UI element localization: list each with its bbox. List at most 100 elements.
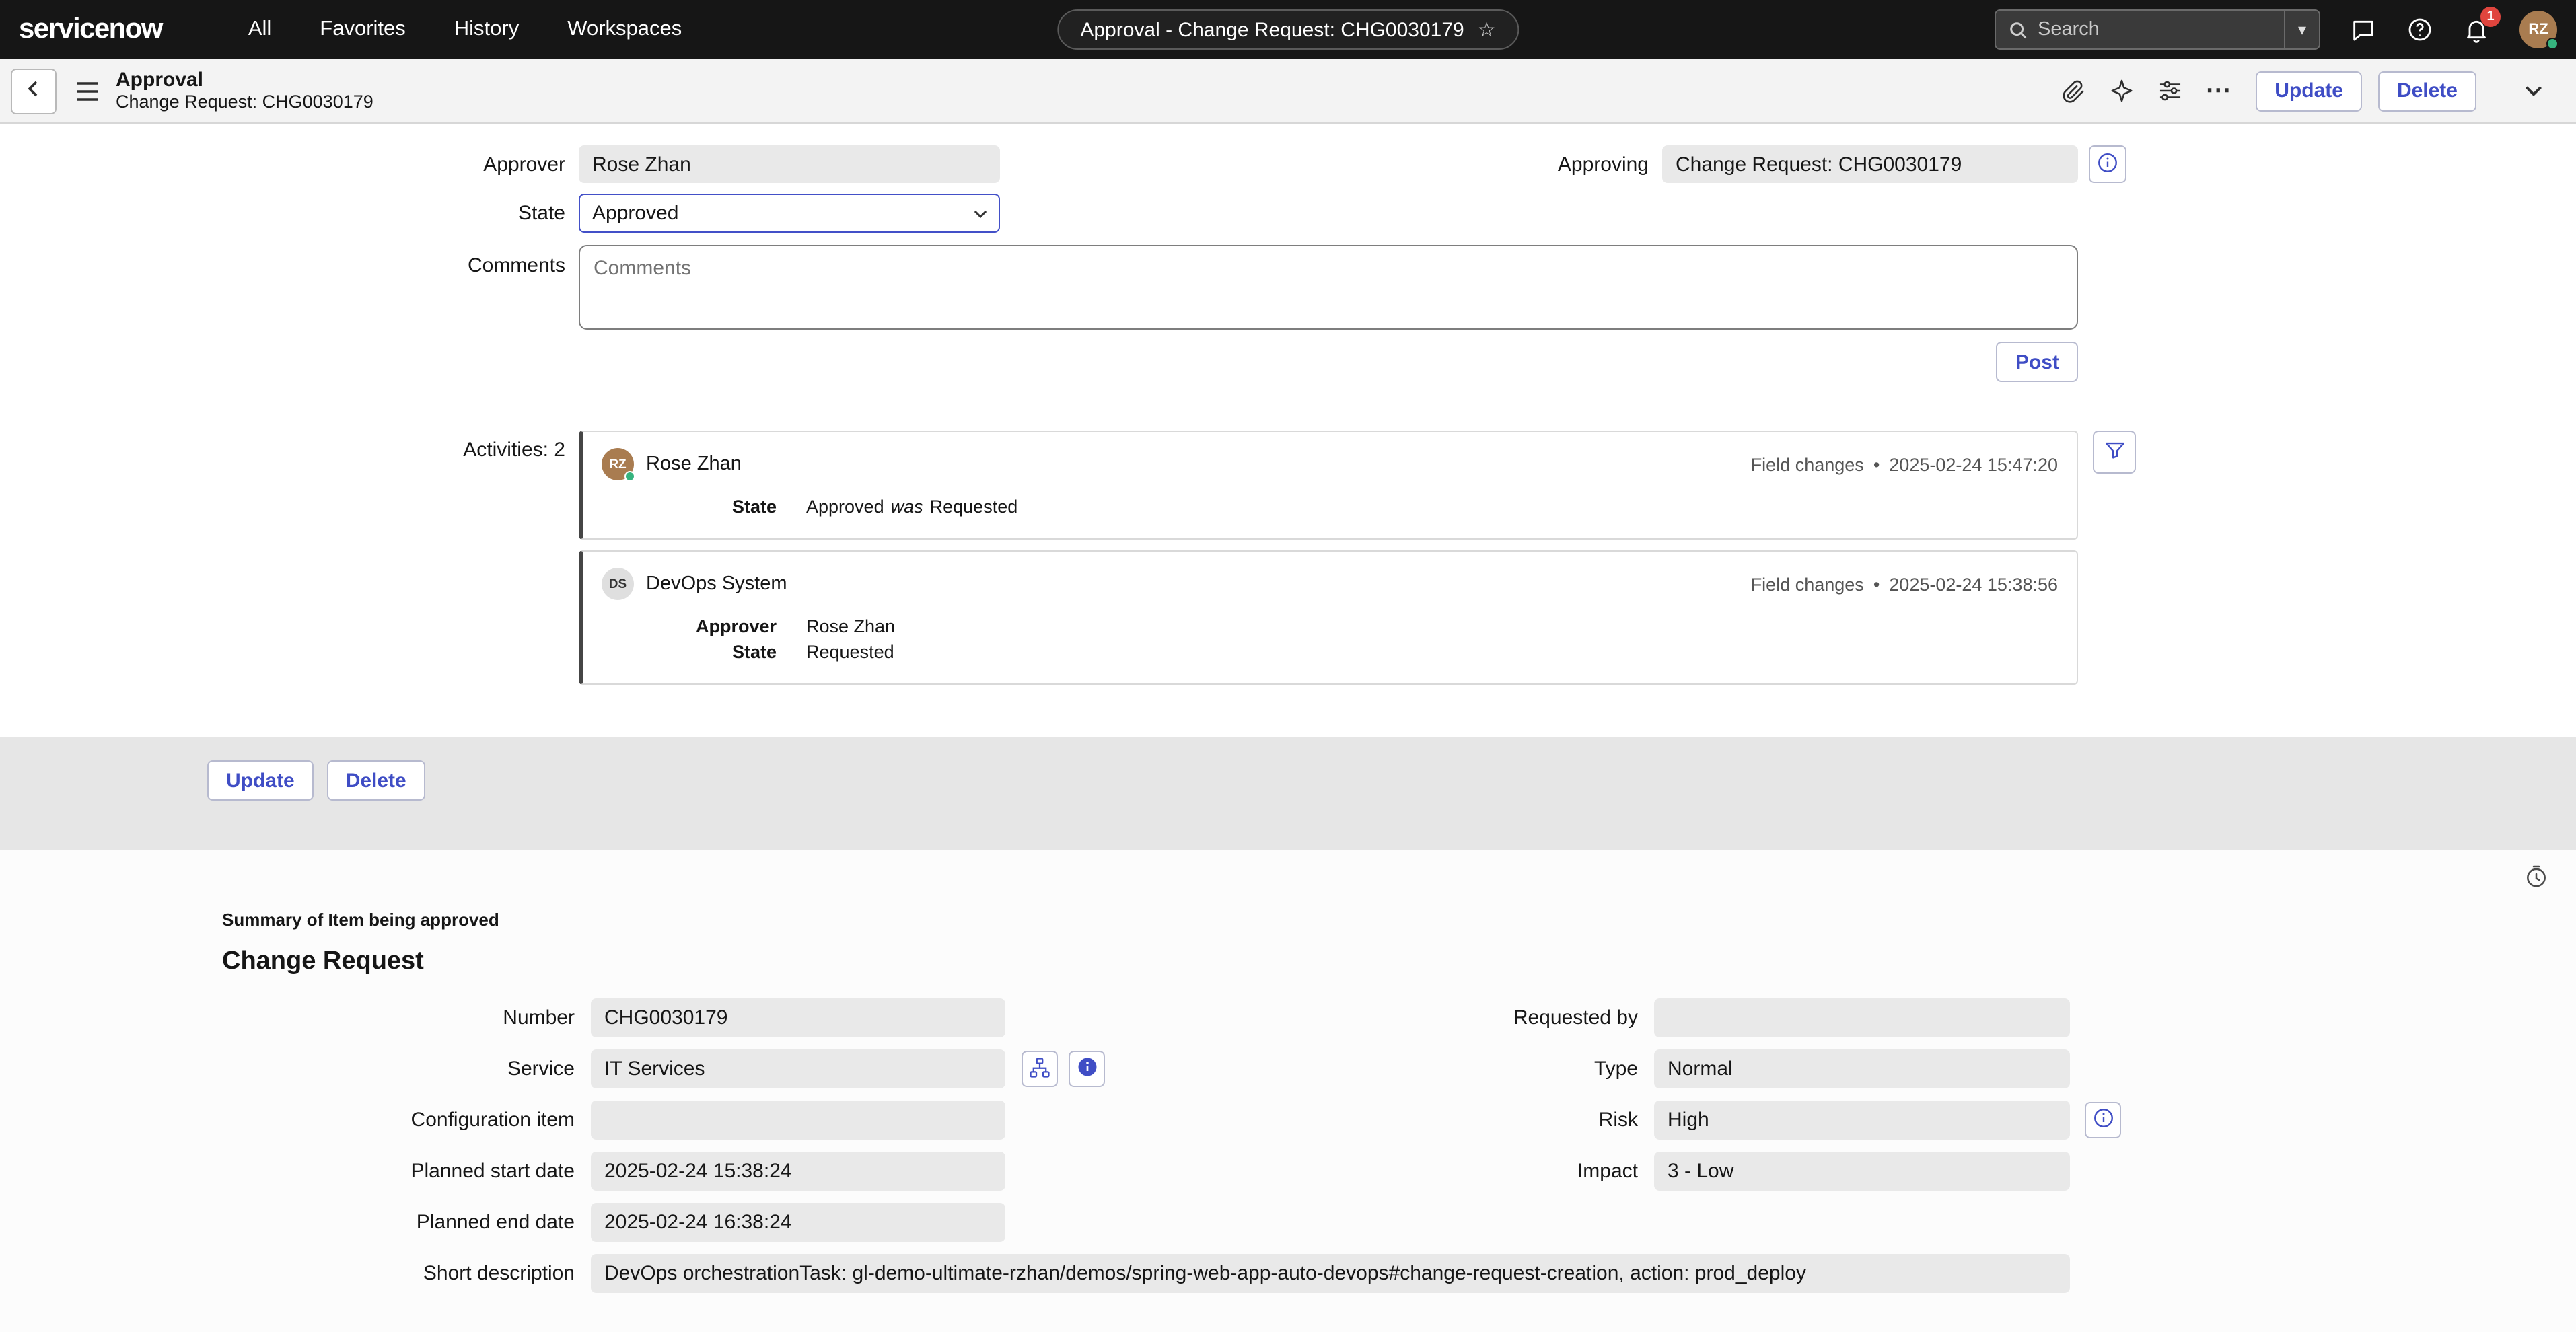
- activity-timestamp: 2025-02-24 15:38:56: [1889, 574, 2058, 594]
- context-menu-icon[interactable]: [75, 81, 100, 100]
- risk-info-button[interactable]: [2085, 1102, 2121, 1138]
- update-button[interactable]: Update: [2256, 71, 2362, 111]
- activity-author: Rose Zhan: [646, 453, 742, 475]
- form-timer-clock-icon[interactable]: [2524, 864, 2549, 889]
- post-button[interactable]: Post: [1997, 342, 2078, 382]
- info-circle-icon: [2096, 150, 2120, 178]
- activity-entry: DS DevOps System Field changes • 2025-02…: [579, 550, 2078, 685]
- nav-history[interactable]: History: [454, 17, 519, 42]
- avatar-initials: RZ: [2528, 22, 2548, 38]
- comments-label: Comments: [0, 245, 565, 277]
- context-pill-label: Approval - Change Request: CHG0030179: [1080, 18, 1464, 41]
- approving-preview-button[interactable]: [2089, 145, 2126, 183]
- planned-end-date-field: 2025-02-24 16:38:24: [591, 1203, 1005, 1242]
- approved-item-summary: Summary of Item being approved Change Re…: [0, 850, 2576, 1332]
- help-icon[interactable]: [2406, 16, 2433, 43]
- record-subtitle: Change Request: CHG0030179: [116, 91, 373, 113]
- configuration-item-label: Configuration item: [0, 1109, 575, 1132]
- activity-meta: Field changes • 2025-02-24 15:47:20: [1751, 454, 2058, 474]
- activity-timestamp: 2025-02-24 15:47:20: [1889, 454, 2058, 474]
- personalize-form-sliders-icon[interactable]: [2148, 71, 2191, 111]
- context-pill[interactable]: Approval - Change Request: CHG0030179 ☆: [1057, 9, 1518, 50]
- more-options-button[interactable]: ⋯: [2196, 71, 2240, 111]
- search-scope-caret-icon[interactable]: ▾: [2284, 11, 2319, 48]
- activity-entry: RZ Rose Zhan Field changes • 2025-02-24 …: [579, 431, 2078, 540]
- configuration-item-field: [591, 1101, 1005, 1140]
- chat-icon[interactable]: [2350, 16, 2377, 43]
- comments-textarea[interactable]: [579, 245, 2078, 330]
- delete-button-bottom[interactable]: Delete: [327, 760, 425, 801]
- search-input[interactable]: [2038, 19, 2284, 40]
- servicenow-logo[interactable]: servicenow: [19, 13, 162, 46]
- toolbar-actions: ⋯ Update Delete: [2051, 71, 2554, 111]
- changed-field-value: ApprovedwasRequested: [806, 494, 1017, 519]
- planned-start-date-field: 2025-02-24 15:38:24: [591, 1152, 1005, 1191]
- record-title: Approval: [116, 69, 373, 92]
- type-label: Type: [1423, 1058, 1638, 1080]
- service-label: Service: [0, 1058, 575, 1080]
- approving-field: Change Request: CHG0030179: [1662, 145, 2078, 183]
- nav-all[interactable]: All: [248, 17, 271, 42]
- service-field: IT Services: [591, 1049, 1005, 1088]
- filter-funnel-icon: [2103, 439, 2126, 466]
- requested-by-label: Requested by: [1423, 1006, 1638, 1029]
- presence-indicator: [2546, 38, 2559, 50]
- risk-label: Risk: [1423, 1109, 1638, 1132]
- record-toolbar: Approval Change Request: CHG0030179 ⋯ Up…: [0, 59, 2576, 124]
- risk-field: High: [1654, 1101, 2070, 1140]
- summary-title: Change Request: [222, 947, 2576, 977]
- info-circle-filled-icon: [1075, 1055, 1099, 1083]
- info-circle-icon: [2091, 1106, 2115, 1134]
- service-preview-button[interactable]: [1069, 1051, 1105, 1087]
- top-header: servicenow All Favorites History Workspa…: [0, 0, 2576, 59]
- activity-filter-button[interactable]: [2093, 431, 2136, 474]
- state-select[interactable]: Approved: [579, 194, 1000, 233]
- changed-field-value: Requested: [806, 639, 894, 665]
- activity-stream: RZ Rose Zhan Field changes • 2025-02-24 …: [579, 431, 2078, 696]
- presence-indicator: [624, 471, 635, 482]
- planned-end-date-label: Planned end date: [0, 1211, 575, 1234]
- activity-author: DevOps System: [646, 573, 787, 595]
- changed-field-name: State: [602, 639, 777, 665]
- dependency-map-icon: [1028, 1056, 1051, 1082]
- short-description-field: DevOps orchestrationTask: gl-demo-ultima…: [591, 1254, 2070, 1293]
- search-icon: [2008, 20, 2028, 40]
- requested-by-field: [1654, 998, 2070, 1037]
- record-title-block: Approval Change Request: CHG0030179: [116, 69, 373, 114]
- user-avatar[interactable]: RZ: [2519, 11, 2557, 48]
- approval-form: Approver Rose Zhan Approving Change Requ…: [0, 124, 2576, 737]
- approving-label: Approving: [1450, 153, 1649, 176]
- ai-spark-icon[interactable]: [2100, 71, 2143, 111]
- activity-avatar: RZ: [602, 448, 634, 480]
- header-actions: ▾ 1 RZ: [1995, 9, 2557, 50]
- update-button-bottom[interactable]: Update: [207, 760, 314, 801]
- favorite-star-icon[interactable]: ☆: [1478, 17, 1496, 42]
- impact-field: 3 - Low: [1654, 1152, 2070, 1191]
- changed-field-name: Approver: [602, 614, 777, 639]
- attachment-paperclip-icon[interactable]: [2051, 71, 2094, 111]
- search-box: ▾: [1995, 9, 2320, 50]
- planned-start-date-label: Planned start date: [0, 1160, 575, 1183]
- nav-workspaces[interactable]: Workspaces: [567, 17, 682, 42]
- global-nav: All Favorites History Workspaces: [248, 17, 682, 42]
- form-footer-actions: Update Delete: [0, 737, 2576, 850]
- approver-field: Rose Zhan: [579, 145, 1000, 183]
- type-field: Normal: [1654, 1049, 2070, 1088]
- number-label: Number: [0, 1006, 575, 1029]
- changed-field-value: Rose Zhan: [806, 614, 895, 639]
- notifications-bell-icon[interactable]: 1: [2463, 16, 2490, 43]
- activity-meta: Field changes • 2025-02-24 15:38:56: [1751, 574, 2058, 594]
- notification-badge: 1: [2480, 7, 2501, 27]
- activities-count-label: Activities: 2: [0, 431, 565, 461]
- chevron-left-icon: [23, 78, 44, 104]
- back-button[interactable]: [11, 68, 57, 114]
- scroll-down-icon[interactable]: [2511, 71, 2554, 111]
- impact-label: Impact: [1423, 1160, 1638, 1183]
- delete-button[interactable]: Delete: [2378, 71, 2476, 111]
- service-dependency-view-button[interactable]: [1022, 1051, 1058, 1087]
- summary-grid: Number CHG0030179 Requested by Service I…: [0, 998, 2576, 1293]
- summary-caption: Summary of Item being approved: [222, 910, 2576, 930]
- number-field: CHG0030179: [591, 998, 1005, 1037]
- nav-favorites[interactable]: Favorites: [320, 17, 406, 42]
- changed-field-name: State: [602, 494, 777, 519]
